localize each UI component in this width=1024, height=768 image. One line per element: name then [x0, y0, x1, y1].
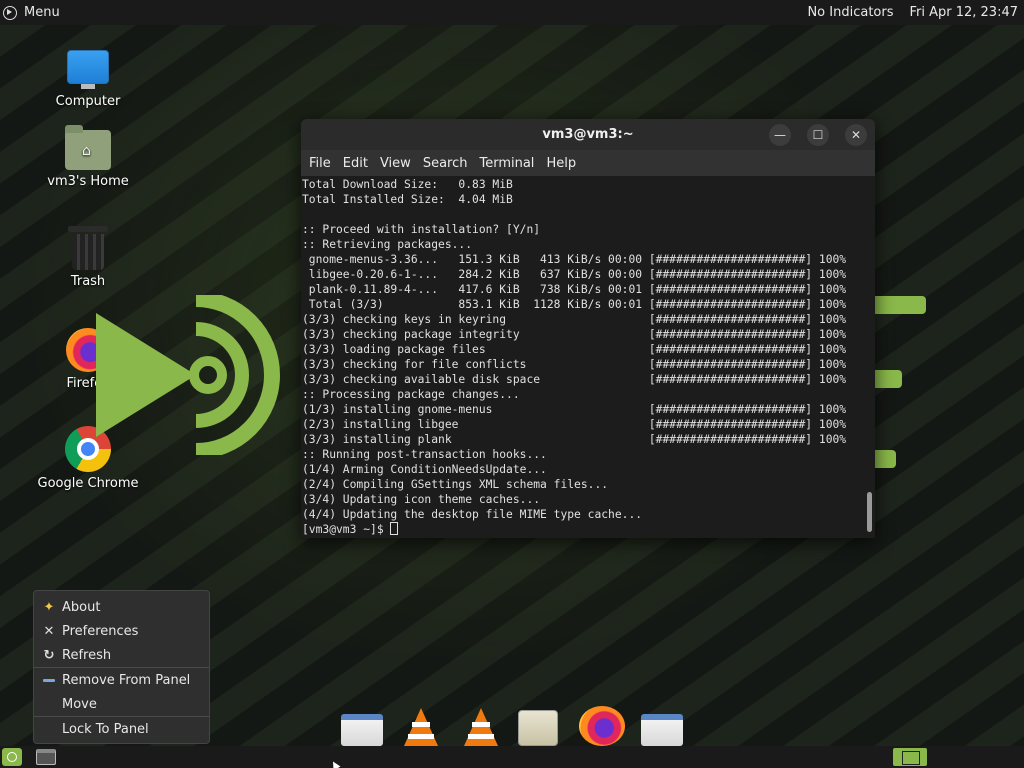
- terminal-line: gnome-menus-3.36... 151.3 KiB 413 KiB/s …: [302, 253, 847, 266]
- menu-label: Menu: [24, 5, 60, 20]
- text-cursor: [390, 522, 399, 535]
- menu-item-move[interactable]: Move: [34, 692, 209, 716]
- terminal-text: Total Download Size: 0.83 MiB Total Insta…: [302, 177, 846, 537]
- terminal-menubar: File Edit View Search Terminal Help: [301, 150, 875, 176]
- mint-logo-icon: [3, 5, 17, 20]
- minus-icon: [41, 672, 57, 688]
- menu-terminal[interactable]: Terminal: [473, 156, 540, 171]
- terminal-line: :: Processing package changes...: [302, 388, 520, 401]
- panel-context-menu: ✦ About ✕ Preferences ↻ Refresh Remove F…: [33, 590, 210, 744]
- desktop-icon-label: Computer: [55, 94, 121, 109]
- terminal-line: (2/4) Compiling GSettings XML schema fil…: [302, 478, 609, 491]
- indicators-label[interactable]: No Indicators: [807, 5, 893, 20]
- menu-item-label: Refresh: [62, 647, 112, 663]
- panel-menu-icon[interactable]: [2, 748, 22, 766]
- dock-vlc-icon[interactable]: [464, 708, 498, 746]
- computer-icon: [66, 50, 110, 90]
- dock-vlc-icon[interactable]: [404, 708, 438, 746]
- terminal-scrollbar[interactable]: [867, 178, 872, 534]
- menu-item-preferences[interactable]: ✕ Preferences: [34, 619, 209, 643]
- menu-item-label: Lock To Panel: [62, 721, 149, 737]
- dock: [330, 700, 700, 746]
- terminal-line: (3/3) checking package integrity [######…: [302, 328, 847, 341]
- terminal-line: (2/3) installing libgee [###############…: [302, 418, 847, 431]
- terminal-titlebar[interactable]: vm3@vm3:~ — ☐ ✕: [301, 119, 875, 150]
- terminal-line: (3/3) checking for file conflicts [#####…: [302, 358, 847, 371]
- terminal-line: :: Running post-transaction hooks...: [302, 448, 547, 461]
- dock-window-icon[interactable]: [641, 714, 683, 746]
- menu-search[interactable]: Search: [417, 156, 474, 171]
- terminal-output[interactable]: Total Download Size: 0.83 MiB Total Insta…: [301, 176, 875, 538]
- home-folder-icon: ⌂: [65, 125, 111, 170]
- window-title: vm3@vm3:~: [542, 127, 634, 142]
- desktop-icon-computer[interactable]: Computer: [23, 50, 153, 109]
- terminal-prompt[interactable]: [vm3@vm3 ~]$: [302, 522, 846, 537]
- terminal-line: (1/4) Arming ConditionNeedsUpdate...: [302, 463, 547, 476]
- close-button[interactable]: ✕: [845, 124, 867, 146]
- star-icon: ✦: [43, 599, 55, 615]
- wallpaper-stripe: [872, 450, 896, 468]
- minimize-button[interactable]: —: [769, 124, 791, 146]
- desktop-icon-trash[interactable]: Trash: [23, 226, 153, 289]
- terminal-line: (3/3) checking keys in keyring [########…: [302, 313, 847, 326]
- menu-item-refresh[interactable]: ↻ Refresh: [34, 643, 209, 667]
- menu-item-remove-from-panel[interactable]: Remove From Panel: [34, 668, 209, 692]
- terminal-line: Total Download Size: 0.83 MiB: [302, 178, 513, 191]
- maximize-button[interactable]: ☐: [807, 124, 829, 146]
- wallpaper-stripe: [872, 296, 926, 314]
- menu-edit[interactable]: Edit: [337, 156, 374, 171]
- terminal-line: Total Installed Size: 4.04 MiB: [302, 193, 513, 206]
- terminal-line: (4/4) Updating the desktop file MIME typ…: [302, 508, 643, 521]
- menu-help[interactable]: Help: [540, 156, 582, 171]
- wallpaper-logo-icon: [96, 295, 280, 455]
- menu-item-label: Preferences: [62, 623, 139, 639]
- terminal-line: libgee-0.20.6-1-... 284.2 KiB 637 KiB/s …: [302, 268, 847, 281]
- terminal-line: (3/4) Updating icon theme caches...: [302, 493, 541, 506]
- menu-item-lock-to-panel[interactable]: Lock To Panel: [34, 717, 209, 741]
- wallpaper-stripe: [872, 370, 902, 388]
- menu-item-about[interactable]: ✦ About: [34, 595, 209, 619]
- refresh-icon: ↻: [43, 647, 55, 663]
- scrollbar-thumb[interactable]: [867, 492, 872, 532]
- menu-item-label: Move: [62, 696, 97, 712]
- terminal-line: (3/3) installing plank [################…: [302, 433, 847, 446]
- terminal-line: :: Retrieving packages...: [302, 238, 473, 251]
- terminal-line: (1/3) installing gnome-menus [##########…: [302, 403, 847, 416]
- desktop-icon-label: Google Chrome: [37, 476, 139, 491]
- menu-view[interactable]: View: [374, 156, 417, 171]
- clock[interactable]: Fri Apr 12, 23:47: [909, 5, 1018, 20]
- desktop-icon-label: Trash: [70, 274, 106, 289]
- trash-icon: [68, 226, 108, 270]
- bottom-panel: [0, 746, 1024, 768]
- terminal-line: (3/3) checking available disk space [###…: [302, 373, 847, 386]
- desktop-icon-home[interactable]: ⌂ vm3's Home: [23, 125, 153, 189]
- menu-file[interactable]: File: [303, 156, 337, 171]
- desktop-icon-label: vm3's Home: [47, 174, 129, 189]
- terminal-line: :: Proceed with installation? [Y/n]: [302, 223, 541, 236]
- terminal-window: vm3@vm3:~ — ☐ ✕ File Edit View Search Te…: [301, 119, 875, 538]
- terminal-line: (3/3) loading package files [###########…: [302, 343, 847, 356]
- terminal-line: Total (3/3) 853.1 KiB 1128 KiB/s 00:01 […: [302, 298, 847, 311]
- prompt-text: [vm3@vm3 ~]$: [302, 523, 391, 536]
- top-panel: Menu No Indicators Fri Apr 12, 23:47: [0, 0, 1024, 25]
- dock-firefox-icon[interactable]: [579, 706, 625, 746]
- dock-window-icon[interactable]: [341, 714, 383, 746]
- terminal-line: plank-0.11.89-4-... 417.6 KiB 738 KiB/s …: [302, 283, 847, 296]
- menu-item-label: About: [62, 599, 101, 615]
- dock-image-viewer-icon[interactable]: [518, 710, 558, 746]
- workspace-switcher-icon[interactable]: [893, 748, 927, 766]
- tools-icon: ✕: [43, 623, 55, 639]
- menu-item-label: Remove From Panel: [62, 672, 191, 688]
- menu-button[interactable]: Menu: [0, 0, 66, 25]
- show-desktop-icon[interactable]: [36, 749, 56, 765]
